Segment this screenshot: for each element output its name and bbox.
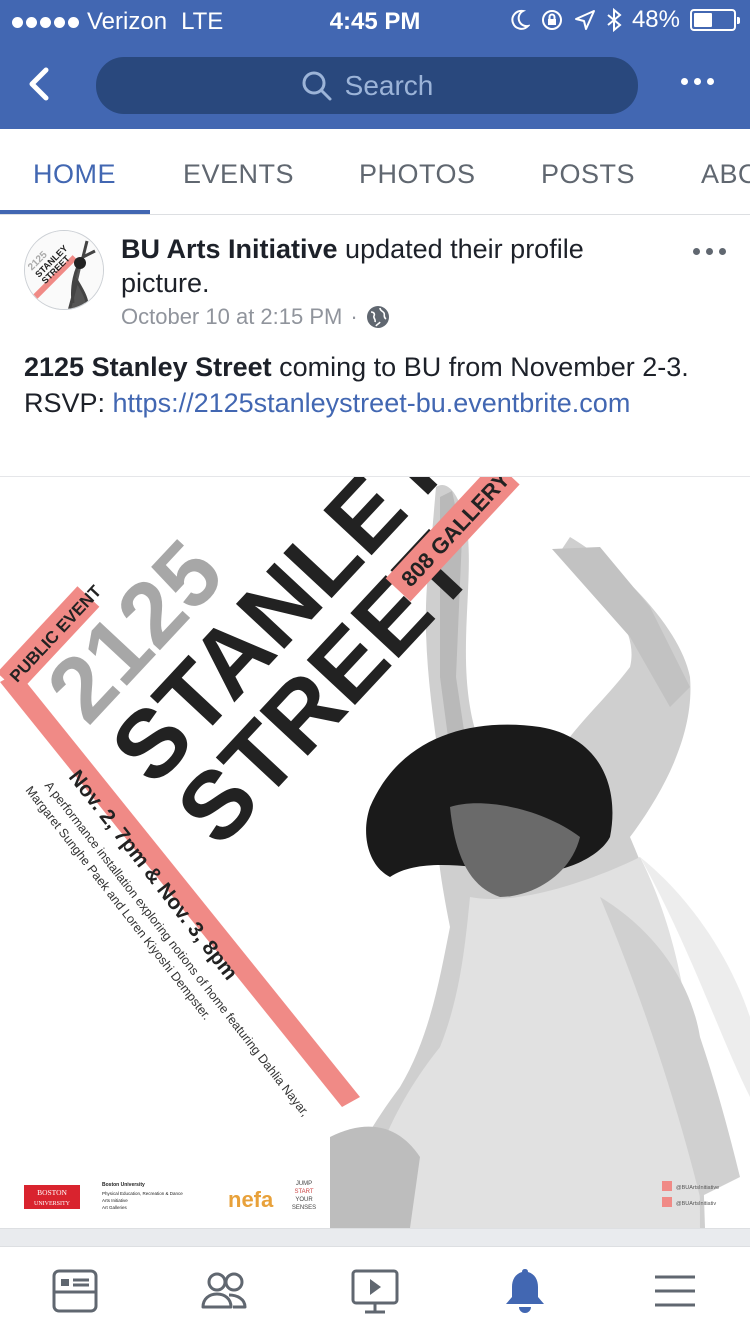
nefa-logo: nefa	[228, 1187, 274, 1212]
avatar-image: 2125 STANLEY STREET	[25, 231, 103, 309]
location-arrow-icon	[574, 10, 595, 30]
search-bar[interactable]: Search	[96, 57, 638, 114]
twitter-icon	[662, 1181, 672, 1191]
watch-video-icon[interactable]	[349, 1265, 401, 1317]
post-body-bold: 2125 Stanley Street	[24, 352, 272, 382]
post-options-icon[interactable]	[693, 248, 726, 255]
instagram-icon	[662, 1197, 672, 1207]
orientation-lock-icon	[541, 10, 562, 30]
post-image[interactable]: PUBLIC EVENT 2125 STANLEY STREET 808 GAL…	[0, 477, 750, 1228]
search-placeholder: Search	[344, 69, 434, 101]
social-handle-1: @BUArtsInitiative	[676, 1185, 719, 1191]
search-icon	[302, 71, 332, 100]
bu-logo-line-2: UNIVERSITY	[34, 1201, 71, 1207]
org-line-2: Physical Education, Recreation & Dance	[102, 1191, 183, 1196]
menu-icon[interactable]	[649, 1265, 701, 1317]
status-icons: 48%	[510, 6, 740, 34]
post-author-link[interactable]: BU Arts Initiative	[121, 234, 338, 264]
feed-separator	[0, 1228, 750, 1246]
bluetooth-icon	[607, 8, 622, 32]
meta-separator: ·	[350, 304, 358, 329]
post-meta: October 10 at 2:15 PM ·	[121, 304, 390, 330]
org-line-3: Arts Initiative	[102, 1198, 128, 1203]
globe-icon	[366, 306, 389, 328]
bu-logo-line-1: BOSTON	[37, 1188, 67, 1197]
active-tab-indicator	[0, 210, 150, 214]
moon-icon	[511, 9, 530, 30]
status-bar: Verizon LTE 4:45 PM 48%	[0, 0, 750, 42]
post-body: 2125 Stanley Street coming to BU from No…	[24, 349, 714, 421]
page-tabs: HOME EVENTS PHOTOS POSTS ABO	[0, 129, 750, 215]
avatar[interactable]: 2125 STANLEY STREET	[24, 230, 104, 310]
post-title: BU Arts Initiative updated their profile…	[121, 232, 661, 300]
battery-percentage: 48%	[631, 6, 680, 33]
tab-posts[interactable]: POSTS	[541, 159, 635, 190]
jump-line-4: SENSES	[292, 1205, 316, 1211]
tab-about[interactable]: ABO	[701, 159, 750, 190]
tab-photos[interactable]: PHOTOS	[359, 159, 476, 190]
org-line-1: Boston University	[102, 1182, 145, 1188]
jump-line-3: YOUR	[295, 1197, 313, 1203]
jump-line-2: START	[294, 1189, 313, 1195]
friends-icon[interactable]	[199, 1265, 251, 1317]
rsvp-link[interactable]: https://2125stanleystreet-bu.eventbrite.…	[113, 388, 631, 418]
more-options-icon[interactable]	[681, 78, 714, 85]
tab-events[interactable]: EVENTS	[183, 159, 294, 190]
bottom-tab-bar	[0, 1246, 750, 1334]
jump-line-1: JUMP	[296, 1181, 312, 1187]
battery-icon	[690, 9, 740, 31]
tab-home[interactable]: HOME	[33, 159, 116, 190]
notifications-bell-icon[interactable]	[499, 1265, 551, 1317]
back-arrow-icon[interactable]	[22, 62, 62, 106]
social-handle-2: @BUArtsInitiativ	[676, 1201, 716, 1207]
post-timestamp[interactable]: October 10 at 2:15 PM	[121, 304, 342, 330]
news-feed-icon[interactable]	[49, 1265, 101, 1317]
org-line-4: Art Galleries	[102, 1205, 128, 1210]
top-navigation-bar: Verizon LTE 4:45 PM 48% Search	[0, 0, 750, 129]
